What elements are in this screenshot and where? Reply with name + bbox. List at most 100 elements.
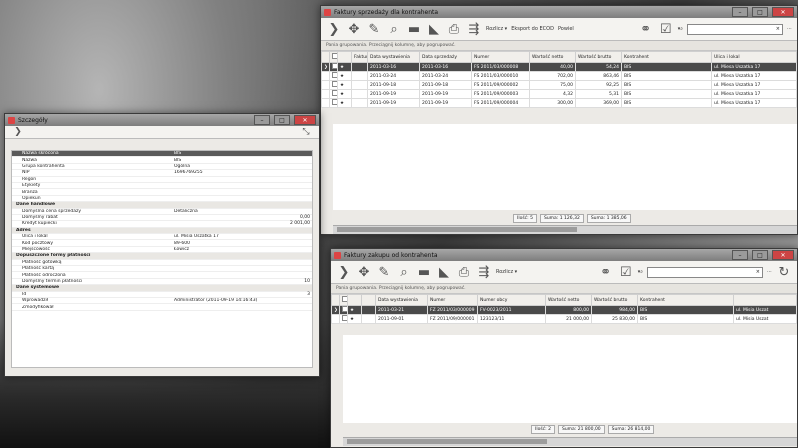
refresh-icon[interactable]: ↻ <box>776 264 792 280</box>
net-value[interactable]: 702,00 <box>529 71 576 81</box>
col-header[interactable] <box>361 294 376 306</box>
invoice-number[interactable]: FS 2011/03/000010 <box>471 71 530 81</box>
close-button[interactable]: ✕ <box>772 250 794 260</box>
search-input[interactable]: × <box>647 266 763 278</box>
row-indicator[interactable]: ❯ <box>321 62 330 72</box>
row-indicator[interactable] <box>321 98 330 108</box>
row-indicator[interactable] <box>321 71 330 81</box>
gross-value[interactable]: 54,24 <box>575 62 622 72</box>
row-checkbox[interactable] <box>339 314 348 324</box>
minimize-button[interactable]: – <box>732 250 748 260</box>
invoice-number[interactable]: FZ 2011/03/000009 <box>427 305 478 315</box>
invoice-number[interactable]: FS 2011/09/000002 <box>471 80 530 90</box>
row-indicator[interactable] <box>321 89 330 99</box>
scrollbar-thumb[interactable] <box>347 439 547 444</box>
contractor[interactable]: BIS <box>621 89 712 99</box>
contractor[interactable]: BIS <box>621 80 712 90</box>
row-checkbox[interactable] <box>339 305 348 315</box>
col-header[interactable]: Kontrahent <box>637 294 734 306</box>
col-header[interactable] <box>347 294 362 306</box>
binoculars-icon[interactable]: ⚭ <box>598 264 614 280</box>
attachment-cell[interactable] <box>351 71 368 81</box>
row-indicator[interactable] <box>321 80 330 90</box>
gross-value[interactable]: 25 830,00 <box>591 314 638 324</box>
table-row[interactable]: ❯ ★ 2011-03-21 FZ 2011/03/000009 FV-0023/201… <box>331 305 797 315</box>
invoice-number[interactable]: FS 2011/09/000003 <box>471 89 530 99</box>
street[interactable]: ul. Miesa Uszatka 17 <box>711 62 797 72</box>
col-header[interactable] <box>329 51 338 63</box>
row-checkbox[interactable] <box>329 80 338 90</box>
minimize-button[interactable]: – <box>732 7 748 17</box>
table-row[interactable]: ❯ ★ 2011-03-16 2011-03-16 FS 2011/03/000008 4… <box>321 62 797 72</box>
col-header[interactable]: Wartość netto <box>545 294 592 306</box>
contractor[interactable]: BIS <box>637 305 734 315</box>
maximize-button[interactable]: □ <box>752 250 768 260</box>
favorite-star-icon[interactable]: ★ <box>337 62 352 72</box>
col-header[interactable] <box>331 294 340 306</box>
preview-icon[interactable]: ⌕ <box>386 21 402 37</box>
move-icon[interactable]: ✥ <box>346 21 362 37</box>
export-ecod-button[interactable]: Eksport do ECOD <box>511 26 554 32</box>
favorite-star-icon[interactable]: ★ <box>337 80 352 90</box>
row-checkbox[interactable] <box>329 62 338 72</box>
move-icon[interactable]: ✥ <box>356 264 372 280</box>
date-sale[interactable]: 2011-03-24 <box>419 71 472 81</box>
col-header[interactable] <box>337 51 352 63</box>
checkbox[interactable] <box>332 99 337 105</box>
group-panel[interactable]: Pania grupowania. Przeciągnij kolumnę, a… <box>321 41 797 51</box>
attachment-cell[interactable] <box>351 98 368 108</box>
street[interactable]: ul. Miesa Uszatka 17 <box>711 89 797 99</box>
favorite-star-icon[interactable]: ★ <box>347 305 362 315</box>
print-icon[interactable]: ⎙ <box>446 21 462 37</box>
row-indicator[interactable]: ❯ <box>331 305 340 315</box>
street[interactable]: ul. Miesa Uszatka 17 <box>711 98 797 108</box>
attachment-cell[interactable] <box>351 89 368 99</box>
col-header[interactable]: Data sprzedaży <box>419 51 472 63</box>
invoice-number[interactable]: FZ 2011/09/000001 <box>427 314 478 324</box>
close-button[interactable]: ✕ <box>772 7 794 17</box>
settle-button[interactable]: Rozlicz ▾ <box>486 26 507 32</box>
net-value[interactable]: 300,00 <box>529 98 576 108</box>
contractor[interactable]: BIS <box>621 98 712 108</box>
contractor[interactable]: BIS <box>637 314 734 324</box>
checkbox[interactable] <box>332 81 337 87</box>
invoice-number[interactable]: FS 2011/09/000004 <box>471 98 530 108</box>
checkbox[interactable] <box>332 72 337 78</box>
card-icon[interactable]: ▬ <box>416 264 432 280</box>
col-header[interactable] <box>339 294 348 306</box>
col-header[interactable]: Wartość netto <box>529 51 576 63</box>
checkbox[interactable] <box>332 63 337 69</box>
favorite-star-icon[interactable]: ★ <box>347 314 362 324</box>
select-all-checkbox[interactable] <box>342 296 347 302</box>
col-header[interactable] <box>321 51 330 63</box>
export-icon[interactable]: ⇶ <box>476 264 492 280</box>
date-issued[interactable]: 2011-03-16 <box>367 62 420 72</box>
net-value[interactable]: 21 000,00 <box>545 314 592 324</box>
favorite-star-icon[interactable]: ★ <box>337 71 352 81</box>
favorite-star-icon[interactable]: ★ <box>337 98 352 108</box>
street[interactable]: ul. Misia Uszat <box>733 314 797 324</box>
group-panel[interactable]: Pania grupowania. Przeciągnij kolumnę, a… <box>331 284 797 294</box>
col-header[interactable] <box>733 294 797 306</box>
gross-value[interactable]: 984,00 <box>591 305 638 315</box>
search-icon[interactable]: ▾⌕ <box>638 269 643 275</box>
minimize-button[interactable]: – <box>254 115 270 125</box>
print-icon[interactable]: ⎙ <box>456 264 472 280</box>
invoice-number[interactable]: FS 2011/03/000008 <box>471 62 530 72</box>
checkbox[interactable] <box>342 315 347 321</box>
favorite-star-icon[interactable]: ★ <box>337 89 352 99</box>
binoculars-icon[interactable]: ⚭ <box>638 21 654 37</box>
external-number[interactable]: 123123/11 <box>477 314 546 324</box>
net-value[interactable]: 800,00 <box>545 305 592 315</box>
table-row[interactable]: ★ 2011-09-19 2011-09-19 FS 2011/09/000003 4,… <box>321 89 797 99</box>
col-header[interactable]: Wartość brutto <box>575 51 622 63</box>
table-row[interactable]: ★ 2011-09-19 2011-09-19 FS 2011/09/000004 30… <box>321 98 797 108</box>
scrollbar-thumb[interactable] <box>337 227 577 232</box>
eraser-icon[interactable]: ◣ <box>436 264 452 280</box>
attachment-cell[interactable] <box>361 314 376 324</box>
table-row[interactable]: ★ 2011-09-18 2011-09-18 FS 2011/09/000002 75… <box>321 80 797 90</box>
attachment-cell[interactable] <box>351 62 368 72</box>
date-issued[interactable]: 2011-09-19 <box>367 89 420 99</box>
date-issued[interactable]: 2011-09-19 <box>367 98 420 108</box>
date-sale[interactable]: 2011-09-19 <box>419 98 472 108</box>
